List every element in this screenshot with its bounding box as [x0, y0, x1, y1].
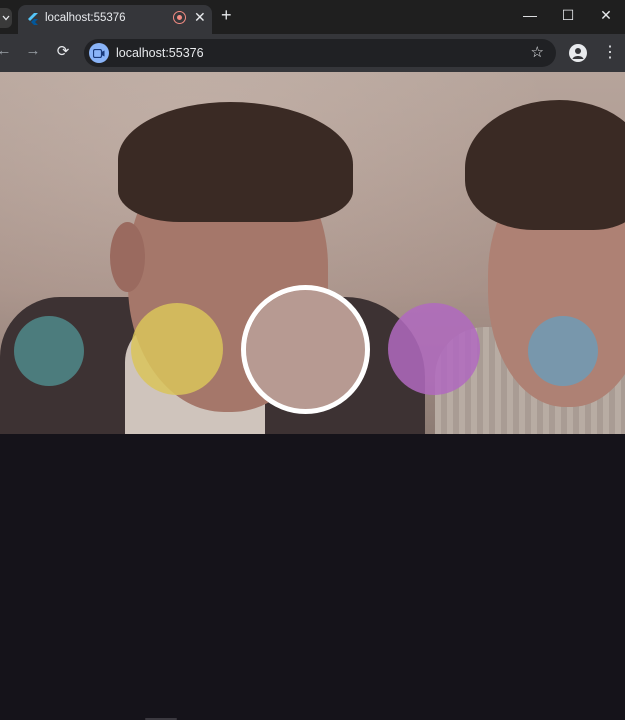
tab-title: localhost:55376: [45, 12, 126, 24]
camera-site-icon[interactable]: [89, 43, 109, 63]
camera-preview: [0, 72, 625, 434]
selected-filter-ring: [241, 285, 370, 414]
browser-tab[interactable]: localhost:55376 ✕: [18, 5, 212, 34]
controls-panel: [0, 434, 625, 720]
new-tab-button[interactable]: +: [221, 5, 232, 26]
address-bar[interactable]: localhost:55376 ☆: [84, 39, 556, 67]
recording-icon: [173, 11, 186, 24]
filter-purple[interactable]: [388, 303, 480, 395]
minimize-button[interactable]: —: [511, 7, 549, 23]
forward-button[interactable]: →: [23, 42, 43, 59]
bookmark-star-icon[interactable]: ☆: [531, 43, 544, 61]
profile-avatar[interactable]: [569, 44, 587, 62]
video-camera-icon: [93, 48, 105, 58]
browser-menu-button[interactable]: ⋮: [602, 42, 618, 62]
tab-search-button[interactable]: [0, 8, 12, 28]
reload-button[interactable]: ⟳: [53, 42, 73, 60]
close-window-button[interactable]: ✕: [587, 7, 625, 24]
filter-yellow[interactable]: [131, 303, 223, 395]
chevron-down-icon: [2, 15, 10, 21]
browser-toolbar: ← → ⟳ localhost:55376 ☆ ⋮: [0, 34, 625, 72]
back-button[interactable]: ←: [0, 42, 14, 59]
tab-strip: localhost:55376 ✕ + — ☐ ✕: [0, 0, 625, 34]
maximize-button[interactable]: ☐: [549, 7, 587, 24]
filter-blue[interactable]: [528, 316, 598, 386]
url-text: localhost:55376: [116, 46, 204, 60]
person-icon: [572, 48, 584, 59]
close-tab-icon[interactable]: ✕: [194, 9, 206, 26]
flutter-icon: [28, 13, 38, 25]
filter-teal[interactable]: [14, 316, 84, 386]
